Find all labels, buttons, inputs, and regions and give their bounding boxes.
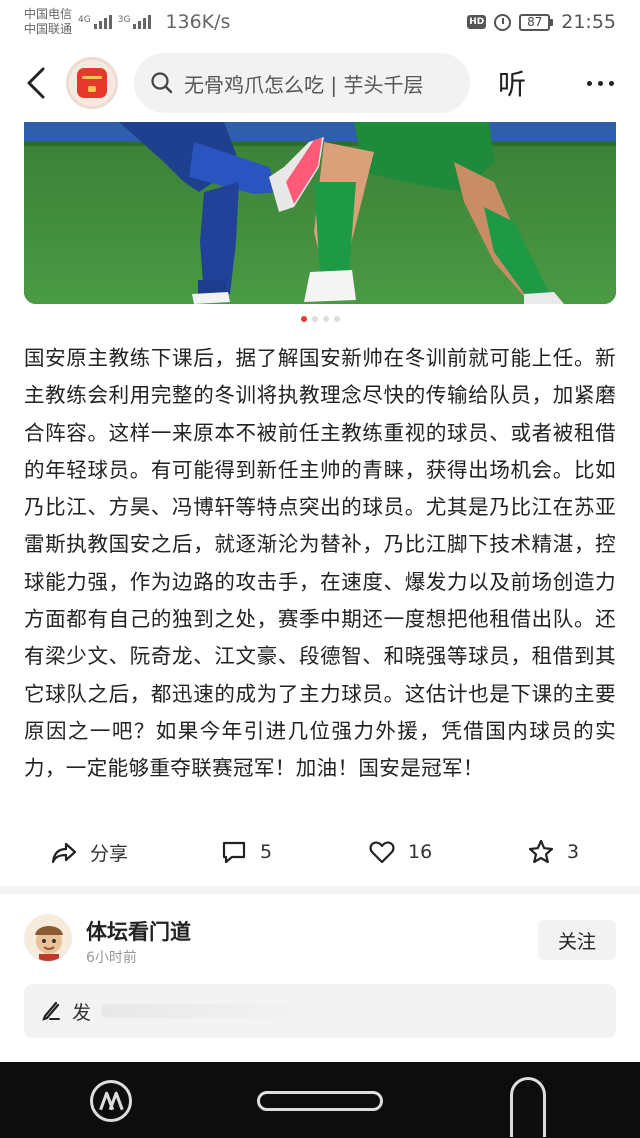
author-name[interactable]: 体坛看门道 bbox=[86, 916, 191, 946]
article-image[interactable] bbox=[24, 122, 616, 304]
clock: 21:55 bbox=[561, 11, 616, 33]
recents-button[interactable] bbox=[510, 1077, 546, 1137]
post-time: 6小时前 bbox=[86, 950, 137, 966]
carousel-indicator bbox=[0, 316, 640, 322]
carrier-2: 中国联通 bbox=[24, 22, 73, 36]
pen-icon bbox=[42, 1001, 60, 1021]
football-players-illustration bbox=[24, 122, 616, 304]
network-speed: 136K/s bbox=[165, 11, 231, 33]
like-count: 16 bbox=[408, 841, 433, 863]
back-button[interactable] bbox=[20, 63, 52, 103]
carousel-dot-active[interactable] bbox=[300, 316, 307, 322]
gift-box-icon bbox=[77, 68, 107, 98]
dot-icon bbox=[609, 80, 614, 86]
favorite-button[interactable]: 3 bbox=[527, 838, 579, 866]
search-icon bbox=[151, 72, 173, 94]
carousel-dot[interactable] bbox=[333, 316, 340, 322]
battery-level: 87 bbox=[519, 13, 551, 31]
cartoon-avatar-icon bbox=[25, 915, 71, 961]
article-body: 国安原主教练下课后，据了解国安新帅在冬训前就可能上任。新主教练会利用完整的冬训将… bbox=[24, 346, 616, 781]
carrier-names: 中国电信 中国联通 bbox=[24, 7, 72, 37]
assistant-icon bbox=[99, 1091, 124, 1111]
signal-icon-2: 3G bbox=[118, 15, 152, 29]
dot-icon bbox=[598, 80, 603, 86]
status-bar: 中国电信 中国联通 4G 3G 136K/s HD 87 21:55 bbox=[0, 0, 640, 44]
search-placeholder: 无骨鸡爪怎么吃 | 芋头千层 bbox=[184, 72, 424, 97]
app-logo[interactable] bbox=[66, 57, 118, 109]
article-screen: 中国电信 中国联通 4G 3G 136K/s HD 87 21:55 无骨鸡爪怎… bbox=[0, 0, 640, 1138]
star-icon bbox=[528, 839, 554, 864]
signal-icon-1: 4G bbox=[78, 15, 112, 29]
more-options-button[interactable] bbox=[587, 80, 620, 86]
alarm-icon bbox=[494, 13, 512, 31]
dot-icon bbox=[587, 80, 592, 86]
carrier-1: 中国电信 bbox=[24, 7, 73, 21]
share-icon bbox=[51, 842, 77, 864]
action-bar: 分享 5 16 3 bbox=[0, 828, 640, 876]
blurred-placeholder bbox=[101, 1004, 322, 1018]
author-row: 体坛看门道 6小时前 关注 bbox=[24, 914, 616, 970]
signal-type-2: 3G bbox=[117, 15, 131, 25]
like-button[interactable]: 16 bbox=[368, 838, 432, 866]
comment-icon bbox=[222, 841, 246, 864]
carousel-dot[interactable] bbox=[322, 316, 329, 322]
author-avatar[interactable] bbox=[24, 914, 72, 962]
comment-count: 5 bbox=[260, 841, 273, 863]
home-button[interactable] bbox=[257, 1091, 383, 1111]
listen-button[interactable]: 听 bbox=[498, 63, 526, 103]
hd-icon: HD bbox=[467, 15, 487, 29]
section-divider bbox=[0, 886, 640, 894]
carousel-dot[interactable] bbox=[311, 316, 318, 322]
favorite-count: 3 bbox=[567, 841, 580, 863]
share-button[interactable]: 分享 bbox=[50, 838, 128, 866]
search-bar[interactable]: 无骨鸡爪怎么吃 | 芋头千层 bbox=[134, 53, 470, 113]
assistant-button[interactable] bbox=[90, 1080, 132, 1122]
battery-icon: 87 bbox=[519, 13, 554, 31]
heart-icon bbox=[369, 841, 395, 864]
comment-input[interactable]: 发 bbox=[24, 984, 616, 1038]
chevron-left-icon bbox=[27, 67, 45, 99]
signal-type-1: 4G bbox=[78, 15, 91, 25]
comment-button[interactable]: 5 bbox=[220, 838, 272, 866]
system-navigation-bar bbox=[0, 1062, 640, 1138]
share-label: 分享 bbox=[90, 842, 129, 865]
top-nav: 无骨鸡爪怎么吃 | 芋头千层 听 bbox=[0, 44, 640, 122]
follow-button[interactable]: 关注 bbox=[538, 920, 616, 960]
comment-placeholder: 发 bbox=[72, 1001, 92, 1024]
